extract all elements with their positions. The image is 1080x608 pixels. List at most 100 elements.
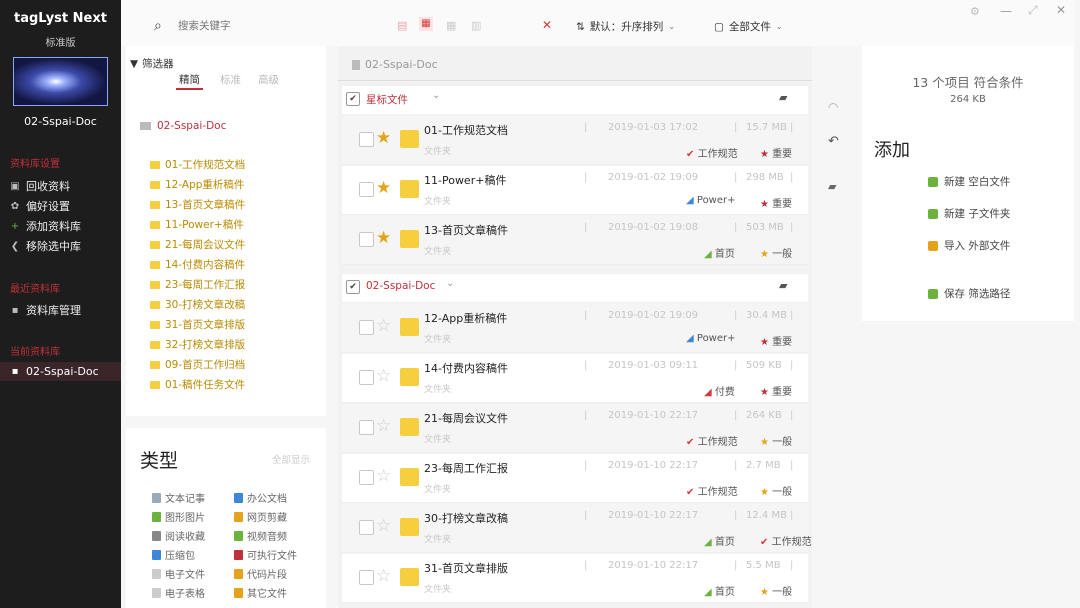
action-item[interactable]: 新建 子文件夹 bbox=[928, 206, 1010, 221]
type-filter-item[interactable]: 办公文档 bbox=[234, 490, 287, 505]
folder-filter-item[interactable]: 13-首页文章稿件 bbox=[150, 197, 245, 212]
settings-icon[interactable]: ⚙ bbox=[970, 5, 980, 18]
maximize-icon[interactable]: ⤢ bbox=[1028, 3, 1038, 18]
folder-filter-item[interactable]: 01-稿件任务文件 bbox=[150, 377, 245, 392]
star-icon[interactable]: ☆ bbox=[376, 566, 391, 586]
sidebar-item-library-manage[interactable]: ▪ 资料库管理 bbox=[10, 302, 81, 318]
type-filter-item[interactable]: 图形图片 bbox=[152, 509, 205, 524]
folder-filter-item[interactable]: 23-每周工作汇报 bbox=[150, 277, 245, 292]
tab-standard[interactable]: 标准 bbox=[220, 72, 241, 87]
tag-label[interactable]: ◢ 首页 bbox=[704, 245, 735, 260]
sidebar-item-add-library[interactable]: + 添加资料库 bbox=[10, 218, 81, 234]
sort-dropdown[interactable]: ⇅ 默认：升序排列 ⌄ bbox=[576, 19, 675, 34]
type-filter-item[interactable]: 代码片段 bbox=[234, 566, 287, 581]
file-row[interactable]: ☆ 23-每周工作汇报 文件夹 | 2019-01-10 22:17 | 2.7… bbox=[342, 454, 808, 503]
chevron-down-icon[interactable]: ⌄ bbox=[446, 278, 454, 289]
row-checkbox[interactable] bbox=[359, 370, 374, 385]
type-filter-item[interactable]: 文本记事 bbox=[152, 490, 205, 505]
type-filter-item[interactable]: 其它文件 bbox=[234, 585, 287, 600]
folder-filter-item[interactable]: 31-首页文章排版 bbox=[150, 317, 245, 332]
type-filter-item[interactable]: 可执行文件 bbox=[234, 547, 297, 562]
tag-label[interactable]: ★ 重要 bbox=[760, 145, 792, 160]
view-tile-icon[interactable]: ▥ bbox=[471, 19, 481, 32]
file-row[interactable]: ☆ 12-App重析稿件 文件夹 | 2019-01-02 19:09 | 30… bbox=[342, 304, 808, 353]
star-icon[interactable]: ★ bbox=[376, 178, 391, 198]
tag-label[interactable]: ★ 重要 bbox=[760, 333, 792, 348]
tag-label[interactable]: ★ 一般 bbox=[760, 433, 792, 448]
row-checkbox[interactable] bbox=[359, 232, 374, 247]
close-icon[interactable]: ✕ bbox=[1056, 3, 1066, 17]
tag-label[interactable]: ✔ 工作规范 bbox=[686, 145, 738, 160]
folder-filter-item[interactable]: 21-每周会议文件 bbox=[150, 237, 245, 252]
sidebar-item-preferences[interactable]: ✿ 偏好设置 bbox=[10, 198, 70, 214]
star-icon[interactable]: ★ bbox=[376, 228, 391, 248]
sidebar-item-remove-library[interactable]: ❮ 移除选中库 bbox=[10, 238, 81, 254]
sidebar-item-current-library[interactable]: ▪ 02-Sspai-Doc bbox=[10, 365, 99, 378]
row-checkbox[interactable] bbox=[359, 420, 374, 435]
view-detail-icon[interactable]: ▦ bbox=[419, 17, 433, 31]
star-icon[interactable]: ☆ bbox=[376, 416, 391, 436]
chevron-down-icon[interactable]: ⌄ bbox=[432, 90, 440, 101]
row-checkbox[interactable] bbox=[359, 520, 374, 535]
row-checkbox[interactable] bbox=[359, 182, 374, 197]
type-filter-item[interactable]: 视频音频 bbox=[234, 528, 287, 543]
root-folder[interactable]: 02-Sspai-Doc bbox=[140, 120, 226, 132]
type-filter-item[interactable]: 电子文件 bbox=[152, 566, 205, 581]
folder-filter-item[interactable]: 12-App重析稿件 bbox=[150, 177, 244, 192]
refresh-icon[interactable]: ◠ bbox=[828, 100, 838, 114]
tag-label[interactable]: ★ 重要 bbox=[760, 195, 792, 210]
folder-filter-item[interactable]: 01-工作规范文档 bbox=[150, 157, 245, 172]
search-icon[interactable]: ⌕ bbox=[154, 18, 162, 34]
file-row[interactable]: ★ 01-工作规范文档 文件夹 | 2019-01-03 17:02 | 15.… bbox=[342, 116, 808, 165]
tag-label[interactable]: ★ 一般 bbox=[760, 245, 792, 260]
file-row[interactable]: ☆ 30-打榜文章改稿 文件夹 | 2019-01-10 22:17 | 12.… bbox=[342, 504, 812, 553]
view-grid-icon[interactable]: ▦ bbox=[446, 19, 456, 32]
search-input[interactable] bbox=[176, 16, 380, 36]
row-checkbox[interactable] bbox=[359, 470, 374, 485]
sidebar-item-recycle[interactable]: ▣ 回收资料 bbox=[10, 178, 70, 194]
file-filter-dropdown[interactable]: ▢ 全部文件 ⌄ bbox=[714, 19, 783, 34]
folder-filter-item[interactable]: 14-付费内容稿件 bbox=[150, 257, 245, 272]
star-icon[interactable]: ☆ bbox=[376, 366, 391, 386]
tag-label[interactable]: ◢ Power+ bbox=[686, 333, 736, 344]
minimize-icon[interactable]: — bbox=[1000, 4, 1012, 18]
row-checkbox[interactable] bbox=[359, 570, 374, 585]
action-item[interactable]: 导入 外部文件 bbox=[928, 238, 1010, 253]
undo-icon[interactable]: ↶ bbox=[828, 134, 839, 149]
group-checkbox[interactable]: ✔ bbox=[346, 92, 360, 106]
tag-label[interactable]: ★ 一般 bbox=[760, 583, 792, 598]
tag-label[interactable]: ✔ 工作规范 bbox=[760, 533, 812, 548]
tag-label[interactable]: ◢ 首页 bbox=[704, 533, 735, 548]
folder-icon[interactable]: ▰ bbox=[779, 91, 787, 104]
tag-label[interactable]: ◢ 首页 bbox=[704, 583, 735, 598]
action-item[interactable]: 新建 空白文件 bbox=[928, 174, 1010, 189]
view-list-icon[interactable]: ▤ bbox=[397, 19, 407, 32]
library-thumbnail[interactable] bbox=[13, 57, 108, 106]
tag-label[interactable]: ◢ 付费 bbox=[704, 383, 735, 398]
folder-filter-item[interactable]: 30-打榜文章改稿 bbox=[150, 297, 245, 312]
tab-simple[interactable]: 精简 bbox=[176, 72, 203, 90]
star-icon[interactable]: ☆ bbox=[376, 516, 391, 536]
file-row[interactable]: ☆ 14-付费内容稿件 文件夹 | 2019-01-03 09:11 | 509… bbox=[342, 354, 808, 403]
folder-icon[interactable]: ▰ bbox=[779, 279, 787, 292]
folder-filter-item[interactable]: 32-打榜文章排版 bbox=[150, 337, 245, 352]
clear-filter-icon[interactable]: ✕ bbox=[542, 18, 552, 32]
file-row[interactable]: ☆ 21-每周会议文件 文件夹 | 2019-01-10 22:17 | 264… bbox=[342, 404, 808, 453]
tag-label[interactable]: ✔ 工作规范 bbox=[686, 483, 738, 498]
file-row[interactable]: ☆ 31-首页文章排版 文件夹 | 2019-01-10 22:17 | 5.5… bbox=[342, 554, 808, 603]
star-icon[interactable]: ☆ bbox=[376, 316, 391, 336]
tag-label[interactable]: ◢ Power+ bbox=[686, 195, 736, 206]
tag-label[interactable]: ★ 重要 bbox=[760, 383, 792, 398]
star-icon[interactable]: ☆ bbox=[376, 466, 391, 486]
tag-label[interactable]: ★ 一般 bbox=[760, 483, 792, 498]
tag-label[interactable]: ✔ 工作规范 bbox=[686, 433, 738, 448]
row-checkbox[interactable] bbox=[359, 320, 374, 335]
file-row[interactable]: ★ 13-首页文章稿件 文件夹 | 2019-01-02 19:08 | 503… bbox=[342, 216, 808, 265]
star-icon[interactable]: ★ bbox=[376, 128, 391, 148]
row-checkbox[interactable] bbox=[359, 132, 374, 147]
group-checkbox[interactable]: ✔ bbox=[346, 280, 360, 294]
type-filter-item[interactable]: 压缩包 bbox=[152, 547, 195, 562]
type-filter-item[interactable]: 网页剪藏 bbox=[234, 509, 287, 524]
type-filter-item[interactable]: 电子表格 bbox=[152, 585, 205, 600]
tab-advanced[interactable]: 高级 bbox=[258, 72, 279, 87]
